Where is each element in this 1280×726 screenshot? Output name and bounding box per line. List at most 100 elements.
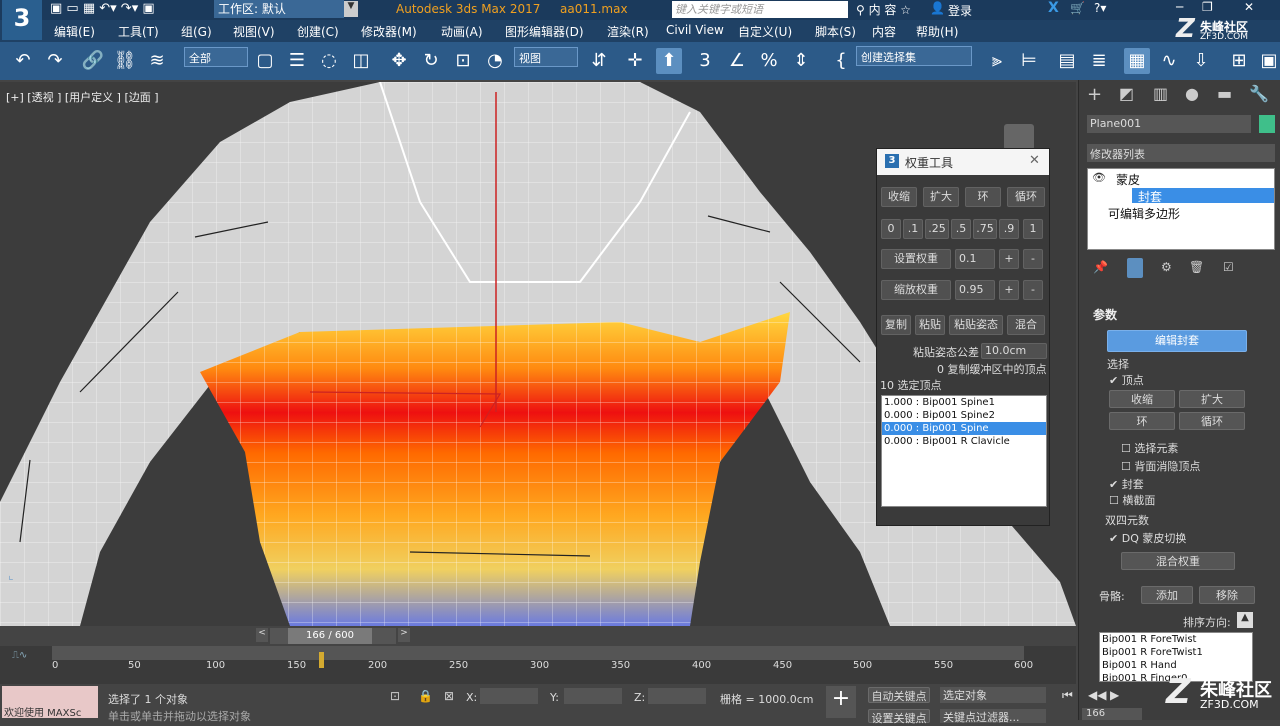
shrink-button[interactable]: 收缩 — [881, 187, 917, 207]
search-input[interactable]: 键入关键字或短语 — [672, 1, 848, 18]
isolate-icon[interactable]: ⊡ — [390, 689, 400, 703]
menu-rendering[interactable]: 渲染(R) — [607, 23, 649, 40]
scale-weight-button[interactable]: 缩放权重 — [881, 280, 951, 300]
close-icon[interactable]: ✕ — [1029, 153, 1040, 168]
viewport-label[interactable]: [+] [透视 ] [用户定义 ] [边面 ] — [6, 89, 159, 105]
percent-snap-icon[interactable]: % — [756, 48, 782, 74]
grow-button[interactable]: 扩大 — [1179, 390, 1245, 408]
hierarchy-tab-icon[interactable]: ▥ — [1153, 84, 1168, 103]
redo-icon[interactable]: ↷ — [42, 48, 68, 74]
list-item-selected[interactable]: 0.000 : Bip001 Spine — [882, 422, 1046, 435]
menu-customize[interactable]: 自定义(U) — [738, 23, 792, 40]
dq-skin-toggle-checkbox[interactable]: ✔ DQ 蒙皮切换 — [1109, 530, 1186, 546]
goto-start-icon[interactable]: ⏮ — [1062, 688, 1073, 703]
time-slider-thumb[interactable]: 166 / 600 — [288, 628, 372, 644]
scale-weight-minus-button[interactable]: - — [1023, 280, 1043, 300]
modifier-stack[interactable]: 👁 蒙皮 封套 可编辑多边形 — [1087, 168, 1275, 250]
envelopes-checkbox[interactable]: ✔ 封套 — [1109, 476, 1144, 492]
bind-spacewarp-icon[interactable]: ≋ — [144, 48, 170, 74]
object-name-field[interactable]: Plane001 — [1087, 115, 1251, 133]
scale-weight-plus-button[interactable]: + — [999, 280, 1019, 300]
paste-tolerance-spinner[interactable]: 10.0cm — [981, 343, 1047, 359]
pivot-center-icon[interactable]: ⇵ — [586, 48, 612, 74]
weight-preset-05[interactable]: .5 — [951, 219, 971, 239]
stack-item-editable-poly[interactable]: 可编辑多边形 — [1108, 205, 1180, 222]
selection-filter-dropdown[interactable]: 全部 — [184, 47, 248, 67]
remove-bone-button[interactable]: 移除 — [1199, 586, 1255, 604]
weight-preset-075[interactable]: .75 — [973, 219, 997, 239]
cross-sections-checkbox[interactable]: ☐ 横截面 — [1109, 492, 1155, 508]
menu-help[interactable]: 帮助(H) — [916, 23, 958, 40]
align-icon[interactable]: ⊨ — [1016, 48, 1042, 74]
autodesk-exchange-icon[interactable]: X — [1048, 0, 1059, 16]
keyboard-shortcut-override-icon[interactable]: ⬆ — [656, 48, 682, 74]
weight-preset-1[interactable]: 1 — [1023, 219, 1043, 239]
motion-tab-icon[interactable]: ● — [1185, 84, 1199, 103]
named-selection-dropdown[interactable]: 创建选择集 — [856, 46, 972, 66]
ribbon-toggle-icon[interactable]: ▦ — [1124, 48, 1150, 74]
weight-preset-0[interactable]: 0 — [881, 219, 901, 239]
maxscript-listener[interactable]: 欢迎使用 MAXSc — [2, 686, 98, 718]
display-tab-icon[interactable]: ▬ — [1217, 84, 1232, 103]
infocenter-icons[interactable]: ⚲ 内 容 ☆ — [856, 1, 911, 18]
y-coord-field[interactable] — [564, 688, 622, 704]
chevron-down-icon[interactable]: ▼ — [344, 1, 358, 17]
login-link[interactable]: 登录 — [948, 2, 972, 19]
current-frame-field[interactable]: 166 — [1082, 708, 1142, 720]
menu-animation[interactable]: 动画(A) — [441, 23, 483, 40]
weight-tool-dialog[interactable]: 3 权重工具 ✕ 收缩 扩大 环 循环 0 .1 .25 .5 .75 .9 1… — [876, 148, 1050, 526]
minimize-icon[interactable]: ─ — [1176, 0, 1183, 14]
stack-item-envelope[interactable]: 封套 — [1132, 188, 1274, 204]
stack-item-skin[interactable]: 蒙皮 — [1116, 171, 1140, 188]
prev-key-icon[interactable]: ◀◀ — [1088, 688, 1106, 702]
modify-tab-icon[interactable]: ◩ — [1119, 84, 1134, 103]
select-element-checkbox[interactable]: ☐ 选择元素 — [1121, 440, 1178, 456]
unlink-icon[interactable]: ⛓ — [112, 48, 138, 74]
list-item[interactable]: Bip001 R ForeTwist — [1100, 633, 1252, 646]
play-icon[interactable]: ▶ — [1110, 688, 1119, 702]
set-weight-button[interactable]: 设置权重 — [881, 249, 951, 269]
menu-content[interactable]: 内容 — [872, 23, 896, 40]
list-item[interactable]: Bip001 R ForeTwist1 — [1100, 646, 1252, 659]
grow-button[interactable]: 扩大 — [923, 187, 959, 207]
snap-toggle-icon[interactable]: 3 — [692, 48, 718, 74]
menu-create[interactable]: 创建(C) — [297, 23, 339, 40]
show-end-result-icon[interactable] — [1127, 258, 1143, 278]
paste-button[interactable]: 粘贴 — [915, 315, 945, 335]
vertices-checkbox[interactable]: ✔ 顶点 — [1109, 372, 1144, 388]
schematic-view-icon[interactable]: ⇩ — [1188, 48, 1214, 74]
menu-civil-view[interactable]: Civil View — [666, 23, 724, 37]
key-mode-dropdown[interactable]: 选定对象 — [940, 687, 1046, 703]
mirror-icon[interactable]: ⫸ — [984, 48, 1010, 74]
add-bone-button[interactable]: 添加 — [1141, 586, 1193, 604]
next-frame-icon[interactable]: > — [398, 628, 410, 642]
create-tab-icon[interactable]: + — [1087, 84, 1102, 105]
add-time-tag-icon[interactable]: + — [826, 686, 856, 718]
lock-icon[interactable]: 🔒 — [418, 689, 433, 703]
menu-edit[interactable]: 编辑(E) — [54, 23, 95, 40]
list-item[interactable]: 0.000 : Bip001 Spine2 — [882, 409, 1046, 422]
select-object-icon[interactable]: ▢ — [252, 48, 278, 74]
edit-envelopes-button[interactable]: 编辑封套 — [1107, 330, 1247, 352]
reference-coord-dropdown[interactable]: 视图 — [514, 47, 578, 67]
scale-icon[interactable]: ⊡ — [450, 48, 476, 74]
blend-button[interactable]: 混合 — [1007, 315, 1045, 335]
undo-icon[interactable]: ↶ — [10, 48, 36, 74]
menu-scripting[interactable]: 脚本(S) — [815, 23, 856, 40]
x-coord-field[interactable] — [480, 688, 538, 704]
weight-list[interactable]: 1.000 : Bip001 Spine1 0.000 : Bip001 Spi… — [881, 395, 1047, 507]
set-weight-plus-button[interactable]: + — [999, 249, 1019, 269]
weight-preset-025[interactable]: .25 — [925, 219, 949, 239]
menu-modifiers[interactable]: 修改器(M) — [361, 23, 417, 40]
curve-editor-icon[interactable]: ∿ — [1156, 48, 1182, 74]
help-icon[interactable]: ?▾ — [1094, 1, 1106, 15]
utilities-tab-icon[interactable]: 🔧 — [1249, 84, 1269, 103]
absolute-mode-icon[interactable]: ⊠ — [444, 689, 454, 703]
ring-button[interactable]: 环 — [965, 187, 1001, 207]
remove-modifier-icon[interactable]: 🗑 — [1189, 260, 1204, 274]
list-item[interactable]: 0.000 : Bip001 R Clavicle — [882, 435, 1046, 448]
backface-cull-checkbox[interactable]: ☐ 背面消隐顶点 — [1121, 458, 1200, 474]
spinner-snap-icon[interactable]: ⇕ — [788, 48, 814, 74]
render-setup-icon[interactable]: ▣ — [1256, 48, 1280, 74]
make-unique-icon[interactable]: ⚙ — [1161, 260, 1172, 274]
